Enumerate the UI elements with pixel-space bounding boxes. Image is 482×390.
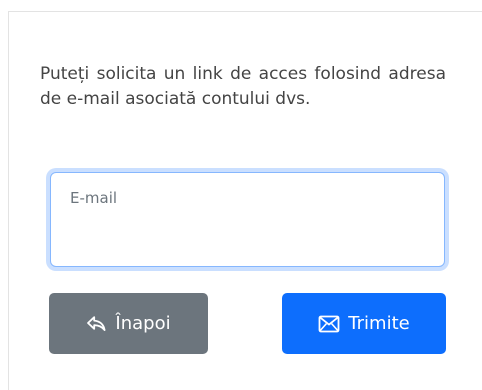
- back-button-label: Înapoi: [115, 313, 171, 334]
- back-button[interactable]: Înapoi: [49, 293, 208, 354]
- reply-icon: [86, 315, 107, 332]
- email-field[interactable]: [50, 172, 445, 267]
- send-button-label: Trimite: [348, 313, 410, 334]
- send-button[interactable]: Trimite: [282, 293, 446, 354]
- envelope-icon: [318, 315, 340, 333]
- instructions-text: Puteți solicita un link de acces folosin…: [40, 64, 446, 109]
